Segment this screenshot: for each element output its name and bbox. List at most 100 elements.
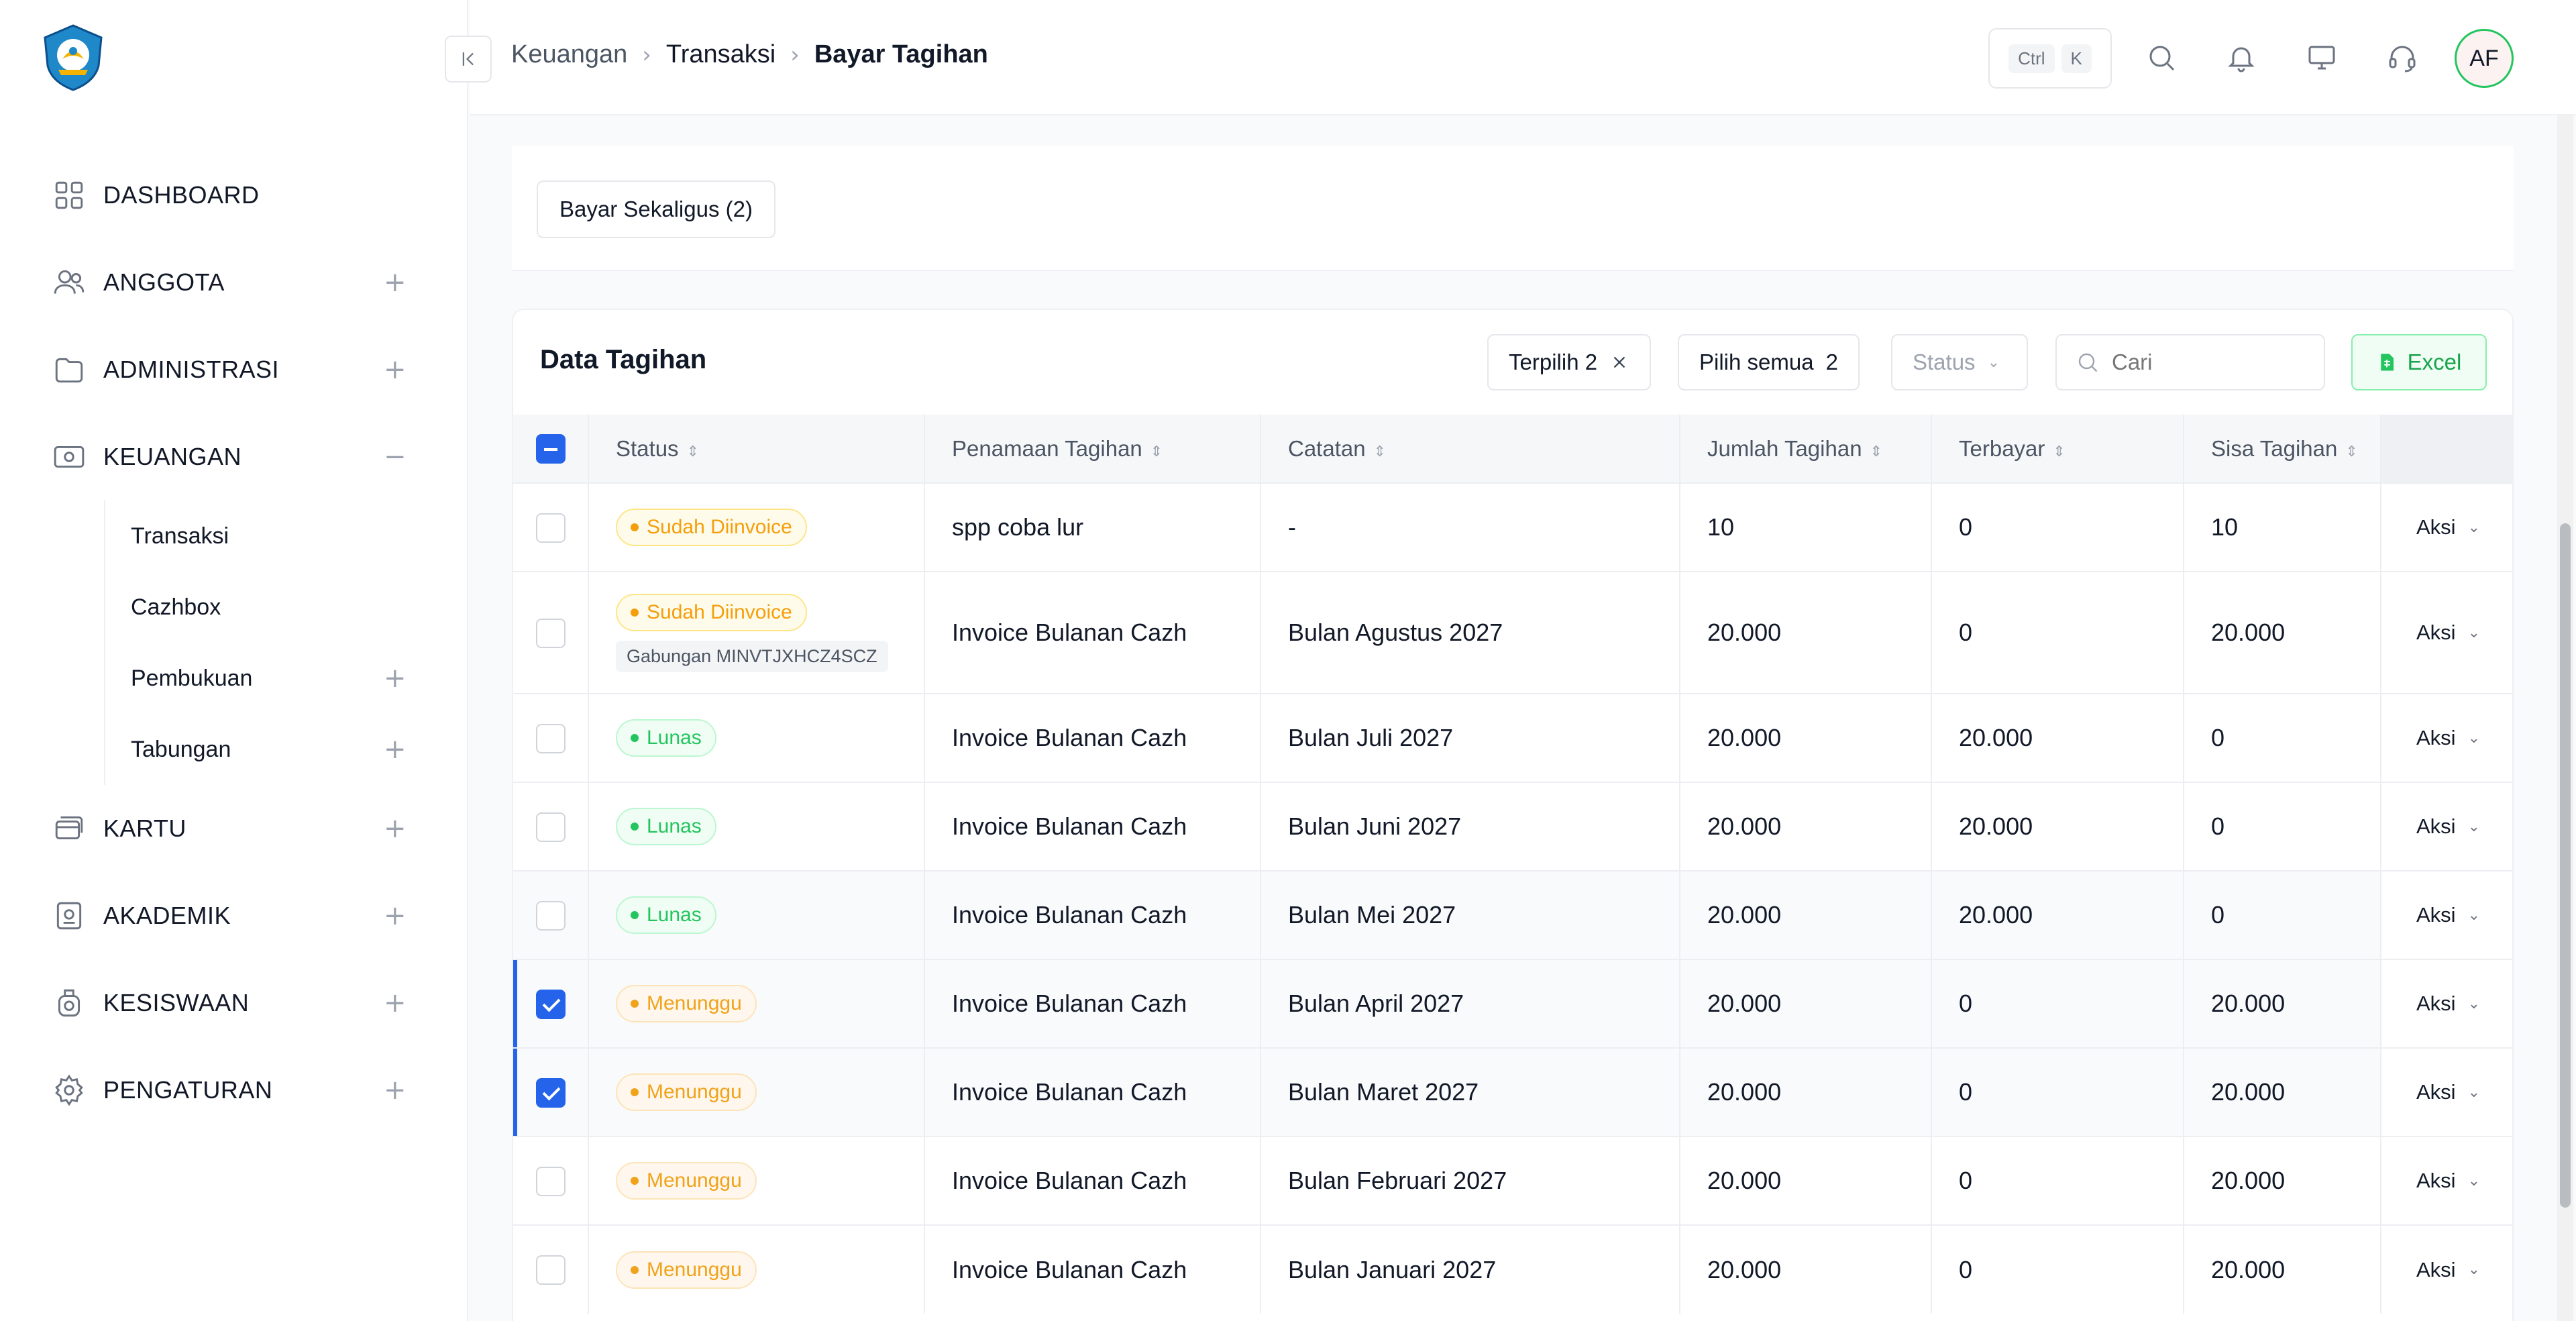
table-row[interactable]: Menunggu Invoice Bulanan Cazh Bulan Januar… <box>513 1224 2512 1314</box>
row-select-cell[interactable] <box>513 1136 589 1225</box>
sidebar-item-anggota[interactable]: ANGGOTA + <box>0 239 468 326</box>
header-catatan[interactable]: Catatan ⇕ <box>1260 415 1680 483</box>
row-checkbox[interactable] <box>535 1255 566 1285</box>
expand-icon[interactable]: + <box>384 815 407 842</box>
search-input[interactable] <box>2112 350 2300 375</box>
breadcrumb-transaksi[interactable]: Transaksi <box>666 40 775 69</box>
row-select-cell[interactable] <box>513 482 589 572</box>
row-select-cell[interactable] <box>513 1224 589 1314</box>
action-dropdown[interactable]: Aksi ⌄ <box>2381 992 2512 1016</box>
pay-all-button[interactable]: Bayar Sekaligus (2) <box>537 180 775 238</box>
row-select-cell[interactable] <box>513 870 589 959</box>
header-sisa[interactable]: Sisa Tagihan ⇕ <box>2184 415 2381 483</box>
status-filter-select[interactable]: Status ⌄ <box>1891 334 2028 390</box>
table-row[interactable]: Menunggu Invoice Bulanan Cazh Bulan April … <box>513 959 2512 1048</box>
row-checkbox[interactable] <box>535 1077 566 1108</box>
table-row[interactable]: Lunas Invoice Bulanan Cazh Bulan Juni 2027… <box>513 782 2512 871</box>
select-all-button[interactable]: Pilih semua 2 <box>1678 334 1860 390</box>
name-cell: Invoice Bulanan Cazh <box>924 1047 1261 1137</box>
export-excel-button[interactable]: Excel <box>2351 334 2487 390</box>
sidebar-item-kesiswaan[interactable]: KESISWAAN + <box>0 959 468 1047</box>
action-dropdown[interactable]: Aksi ⌄ <box>2381 515 2512 539</box>
sidebar-subitem-label: Tabungan <box>131 736 231 762</box>
sidebar-subitem-pembukuan[interactable]: Pembukuan + <box>105 643 468 714</box>
sort-icon[interactable]: ⇕ <box>687 443 699 460</box>
action-dropdown[interactable]: Aksi ⌄ <box>2381 1169 2512 1193</box>
bell-icon[interactable] <box>2222 39 2260 76</box>
expand-icon[interactable]: + <box>384 269 407 296</box>
action-dropdown[interactable]: Aksi ⌄ <box>2381 621 2512 645</box>
row-checkbox[interactable] <box>535 1166 566 1196</box>
row-select-cell[interactable] <box>513 693 589 782</box>
search-icon[interactable] <box>2143 39 2180 76</box>
headset-icon[interactable] <box>2383 39 2421 76</box>
action-dropdown[interactable]: Aksi ⌄ <box>2381 814 2512 839</box>
row-checkbox[interactable] <box>535 989 566 1019</box>
table-row[interactable]: Sudah Diinvoice spp coba lur -10 0 10 Aksi ⌄ <box>513 482 2512 572</box>
close-icon[interactable] <box>1609 352 1629 372</box>
table-row[interactable]: Menunggu Invoice Bulanan Cazh Bulan Maret … <box>513 1047 2512 1137</box>
folder-icon <box>52 353 86 386</box>
table-row[interactable]: Lunas Invoice Bulanan Cazh Bulan Juli 2027… <box>513 693 2512 782</box>
row-checkbox[interactable] <box>535 723 566 753</box>
header-label: Status <box>616 435 679 461</box>
status-dot-icon <box>631 608 639 617</box>
status-badge: Menunggu <box>616 1162 757 1200</box>
table-body: Sudah Diinvoice spp coba lur -10 0 10 Aksi ⌄ Su… <box>513 482 2512 1314</box>
header-penamaan[interactable]: Penamaan Tagihan ⇕ <box>924 415 1261 483</box>
row-checkbox[interactable] <box>535 812 566 842</box>
table-row[interactable]: Menunggu Invoice Bulanan Cazh Bulan Februa… <box>513 1136 2512 1225</box>
sidebar-subitem-transaksi[interactable]: Transaksi <box>105 500 468 572</box>
monitor-icon[interactable] <box>2303 39 2341 76</box>
row-checkbox[interactable] <box>535 513 566 543</box>
sidebar-subitem-tabungan[interactable]: Tabungan + <box>105 714 468 785</box>
sort-icon[interactable]: ⇕ <box>2345 443 2357 460</box>
scrollbar-thumb[interactable] <box>2560 523 2571 1208</box>
sidebar-item-pengaturan[interactable]: PENGATURAN + <box>0 1047 468 1134</box>
row-checkbox[interactable] <box>535 618 566 648</box>
tagihan-table: Status ⇕ Penamaan Tagihan ⇕ Catatan ⇕ Jumla… <box>513 415 2512 1314</box>
sort-icon[interactable]: ⇕ <box>1374 443 1386 460</box>
action-dropdown[interactable]: Aksi ⌄ <box>2381 1258 2512 1282</box>
sidebar-collapse-button[interactable] <box>445 36 492 83</box>
row-select-cell[interactable] <box>513 782 589 871</box>
sidebar-subitem-cazhbox[interactable]: Cazhbox <box>105 572 468 643</box>
breadcrumb-keuangan[interactable]: Keuangan <box>511 40 627 69</box>
header-terbayar[interactable]: Terbayar ⇕ <box>1931 415 2184 483</box>
sidebar-item-dashboard[interactable]: DASHBOARD <box>0 152 468 239</box>
logo-icon[interactable] <box>38 23 108 93</box>
sort-icon[interactable]: ⇕ <box>1150 443 1163 460</box>
expand-icon[interactable]: + <box>384 1077 407 1104</box>
selected-filter-chip[interactable]: Terpilih 2 <box>1487 334 1652 390</box>
search-field[interactable] <box>2055 334 2325 390</box>
sort-icon[interactable]: ⇕ <box>2053 443 2065 460</box>
header-jumlah[interactable]: Jumlah Tagihan ⇕ <box>1680 415 1932 483</box>
expand-icon[interactable]: + <box>384 665 407 692</box>
action-dropdown[interactable]: Aksi ⌄ <box>2381 903 2512 927</box>
sidebar-item-label: ADMINISTRASI <box>103 356 280 383</box>
row-checkbox[interactable] <box>535 900 566 931</box>
table-row[interactable]: Lunas Invoice Bulanan Cazh Bulan Mei 2027 2… <box>513 870 2512 959</box>
header-label: Sisa Tagihan <box>2211 435 2338 461</box>
collapse-icon[interactable]: − <box>384 443 407 470</box>
table-row[interactable]: Sudah Diinvoice Gabungan MINVTJXHCZ4SCZ In… <box>513 571 2512 694</box>
expand-icon[interactable]: + <box>384 902 407 929</box>
expand-icon[interactable]: + <box>384 990 407 1016</box>
action-dropdown[interactable]: Aksi ⌄ <box>2381 1080 2512 1104</box>
row-select-cell[interactable] <box>513 571 589 694</box>
expand-icon[interactable]: + <box>384 736 407 763</box>
header-status[interactable]: Status ⇕ <box>588 415 925 483</box>
sidebar-item-administrasi[interactable]: ADMINISTRASI + <box>0 326 468 413</box>
action-dropdown[interactable]: Aksi ⌄ <box>2381 726 2512 750</box>
sort-icon[interactable]: ⇕ <box>1870 443 1882 460</box>
avatar[interactable]: AF <box>2455 29 2514 88</box>
row-select-cell[interactable] <box>513 959 589 1048</box>
sidebar-item-keuangan[interactable]: KEUANGAN − <box>0 413 468 500</box>
sidebar-item-akademik[interactable]: AKADEMIK + <box>0 872 468 959</box>
row-select-cell[interactable] <box>513 1047 589 1137</box>
command-palette-shortcut[interactable]: Ctrl K <box>1988 28 2112 89</box>
header-select-all[interactable] <box>513 415 589 483</box>
expand-icon[interactable]: + <box>384 356 407 383</box>
select-all-checkbox[interactable] <box>535 433 566 464</box>
sidebar-item-kartu[interactable]: KARTU + <box>0 785 468 872</box>
